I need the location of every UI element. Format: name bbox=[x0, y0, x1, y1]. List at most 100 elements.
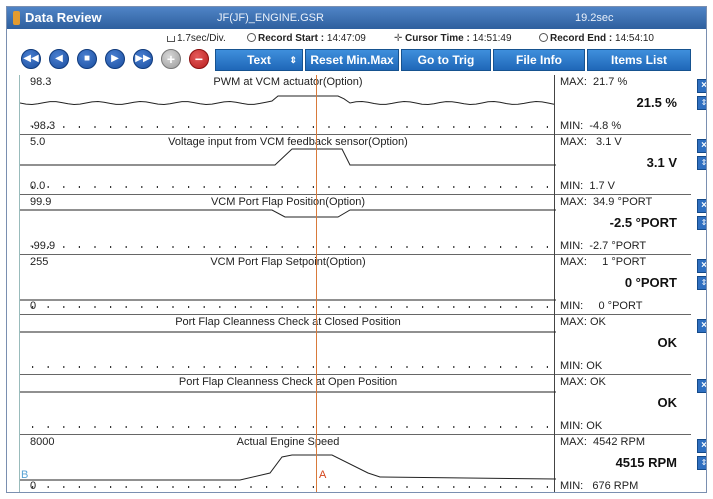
time-tick bbox=[328, 186, 330, 188]
time-tick bbox=[266, 426, 268, 428]
signal-graph[interactable]: PWM at VCM actuator(Option) 98.3 -98.3 bbox=[19, 75, 555, 135]
signal-graph[interactable]: Port Flap Cleanness Check at Closed Posi… bbox=[19, 315, 556, 375]
time-tick bbox=[63, 306, 65, 308]
time-tick bbox=[453, 306, 455, 308]
time-tick bbox=[266, 486, 268, 488]
close-item-button[interactable]: × bbox=[697, 199, 706, 213]
time-tick bbox=[468, 186, 470, 188]
time-tick bbox=[500, 126, 502, 128]
max-value: MAX: 1 °PORT bbox=[560, 256, 647, 268]
remove-item-button[interactable]: − bbox=[189, 49, 209, 69]
close-item-button[interactable]: × bbox=[697, 139, 707, 153]
signal-graph[interactable]: Port Flap Cleanness Check at Open Positi… bbox=[19, 375, 556, 435]
updown-icon: ⇕ bbox=[700, 458, 707, 467]
prev-button[interactable]: ◀ bbox=[49, 49, 69, 69]
time-tick bbox=[297, 426, 299, 428]
close-item-button[interactable]: × bbox=[697, 379, 706, 393]
time-tick bbox=[94, 186, 96, 188]
close-item-button[interactable]: × bbox=[697, 319, 706, 333]
scale-stepper-button[interactable]: ⇕ bbox=[697, 456, 707, 470]
add-item-button[interactable]: + bbox=[161, 49, 181, 69]
signal-graph[interactable]: Voltage input from VCM feedback sensor(O… bbox=[19, 135, 556, 195]
time-tick bbox=[266, 126, 268, 128]
time-tick bbox=[110, 126, 112, 128]
play-icon: ▶ bbox=[111, 53, 119, 64]
time-tick bbox=[32, 366, 34, 368]
time-tick bbox=[546, 486, 548, 488]
file-info-button[interactable]: File Info bbox=[493, 49, 585, 71]
current-value: 0 °PORT bbox=[624, 275, 677, 290]
signal-graph[interactable]: VCM Port Flap Position(Option) 99.9 -99.9 bbox=[19, 195, 556, 255]
time-tick bbox=[359, 366, 361, 368]
y-axis-max: 98.3 bbox=[30, 76, 52, 88]
go-to-trig-button[interactable]: Go to Trig bbox=[401, 49, 491, 71]
time-tick bbox=[156, 366, 158, 368]
current-value: OK bbox=[657, 335, 678, 350]
scale-stepper-button[interactable]: ⇕ bbox=[697, 96, 707, 110]
time-tick bbox=[515, 126, 517, 128]
time-tick bbox=[500, 486, 502, 488]
time-tick bbox=[281, 186, 283, 188]
scale-stepper-button[interactable]: ⇕ bbox=[697, 156, 706, 170]
time-tick bbox=[172, 426, 174, 428]
time-tick bbox=[359, 486, 361, 488]
cursor-line[interactable] bbox=[316, 75, 317, 492]
time-tick bbox=[203, 486, 205, 488]
time-tick bbox=[328, 366, 330, 368]
close-item-button[interactable]: × bbox=[697, 259, 706, 273]
time-tick bbox=[203, 246, 205, 248]
close-item-button[interactable]: × bbox=[697, 439, 706, 453]
next-button[interactable]: ▶ bbox=[105, 49, 125, 69]
time-tick bbox=[375, 246, 377, 248]
last-button[interactable]: ▶▶ bbox=[133, 49, 153, 69]
time-tick bbox=[546, 186, 548, 188]
time-tick bbox=[281, 246, 283, 248]
items-list-button[interactable]: Items List bbox=[587, 49, 691, 71]
first-button[interactable]: ◀◀ bbox=[21, 49, 41, 69]
time-tick bbox=[63, 366, 65, 368]
time-tick bbox=[234, 486, 236, 488]
time-tick bbox=[172, 126, 174, 128]
min-value: MIN: 676 RPM bbox=[560, 480, 639, 492]
time-tick bbox=[453, 426, 455, 428]
time-tick bbox=[390, 126, 392, 128]
time-tick bbox=[156, 306, 158, 308]
time-tick bbox=[375, 126, 377, 128]
scale-stepper-button[interactable]: ⇕ bbox=[697, 276, 706, 290]
signal-graph[interactable]: VCM Port Flap Setpoint(Option) 255 0 bbox=[19, 255, 556, 315]
close-icon: × bbox=[701, 140, 707, 151]
window-title: Data Review bbox=[25, 10, 102, 25]
time-tick bbox=[219, 126, 221, 128]
max-value: MAX: 4542 RPM bbox=[560, 436, 645, 448]
time-tick bbox=[172, 366, 174, 368]
text-dropdown[interactable]: Text ⇕ bbox=[215, 49, 303, 71]
scale-stepper-button[interactable]: ⇕ bbox=[697, 216, 706, 230]
time-tick bbox=[453, 246, 455, 248]
cursor-a-label: A bbox=[319, 469, 327, 481]
signal-graph[interactable]: Actual Engine Speed 8000 0 bbox=[19, 435, 556, 492]
time-tick bbox=[125, 246, 127, 248]
data-row: Actual Engine Speed 8000 0 MAX: 4542 RPM 451… bbox=[19, 435, 691, 492]
time-tick bbox=[546, 306, 548, 308]
current-value: OK bbox=[657, 395, 678, 410]
reset-min-max-button[interactable]: Reset Min.Max bbox=[305, 49, 399, 71]
close-item-button[interactable]: × bbox=[697, 79, 706, 93]
time-tick bbox=[47, 306, 49, 308]
y-axis-min: 0 bbox=[30, 480, 37, 492]
time-tick bbox=[344, 246, 346, 248]
time-tick bbox=[297, 306, 299, 308]
time-tick bbox=[32, 426, 34, 428]
data-grid[interactable]: PWM at VCM actuator(Option) 98.3 -98.3 MAX:… bbox=[19, 75, 707, 492]
stop-button[interactable]: ■ bbox=[77, 49, 97, 69]
time-tick bbox=[250, 486, 252, 488]
updown-icon: ⇕ bbox=[700, 98, 707, 107]
data-row: Port Flap Cleanness Check at Closed Posi… bbox=[19, 315, 691, 375]
max-value: MAX: 3.1 V bbox=[560, 136, 622, 148]
time-tick bbox=[359, 306, 361, 308]
time-tick bbox=[546, 366, 548, 368]
time-tick bbox=[234, 246, 236, 248]
toolbar: ◀◀ ◀ ■ ▶ ▶▶ + − Text ⇕ Reset Min.Max Go … bbox=[7, 49, 706, 73]
time-tick bbox=[78, 366, 80, 368]
time-tick bbox=[47, 426, 49, 428]
time-tick bbox=[281, 486, 283, 488]
